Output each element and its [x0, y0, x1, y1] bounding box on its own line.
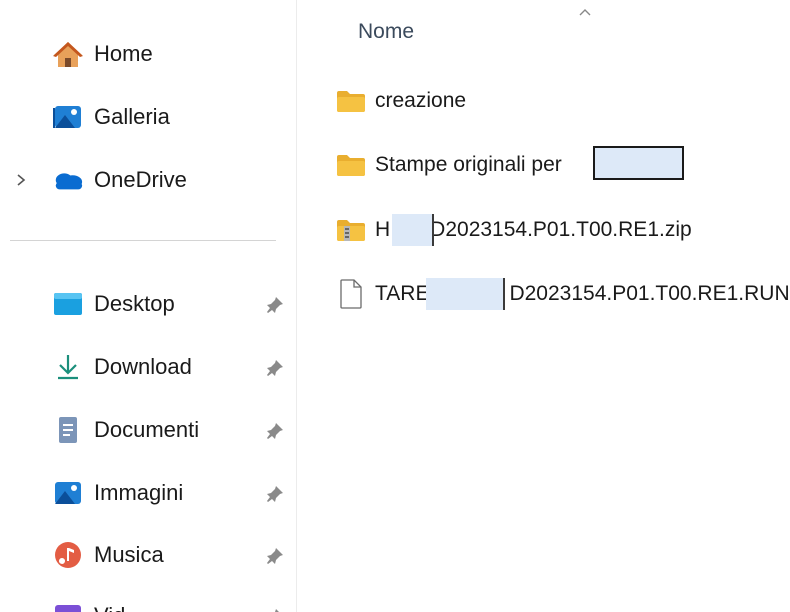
- sidebar-item-label: Musica: [94, 542, 164, 567]
- document-icon: [52, 416, 84, 444]
- list-item[interactable]: TARE D2023154.P01.T00.RE1.RUN: [297, 272, 790, 316]
- sidebar-item-label: Desktop: [94, 291, 175, 316]
- pin-icon[interactable]: [264, 294, 286, 316]
- sidebar-item-label: Immagini: [94, 480, 184, 505]
- videos-icon: [52, 602, 84, 612]
- pin-icon[interactable]: [264, 483, 286, 505]
- list-item[interactable]: H D2023154.P01.T00.RE1.zip: [297, 208, 790, 252]
- sidebar-item-download[interactable]: Download: [0, 345, 296, 389]
- sidebar-item-label: Vid: [94, 594, 125, 612]
- sidebar-item-video[interactable]: Vid: [0, 594, 296, 612]
- sidebar-item-galleria[interactable]: Galleria: [0, 95, 296, 139]
- sidebar-item-musica[interactable]: Musica: [0, 533, 296, 577]
- column-header-name[interactable]: Nome: [358, 20, 414, 44]
- sidebar-item-documenti[interactable]: Documenti: [0, 408, 296, 452]
- sidebar-item-home[interactable]: Home: [0, 32, 296, 76]
- pin-icon[interactable]: [264, 545, 286, 567]
- zip-folder-icon: [335, 216, 367, 244]
- sidebar-item-label: Documenti: [94, 417, 200, 442]
- images-icon: [52, 479, 84, 507]
- file-name-suffix: D2023154.P01.T00.RE1.RUN: [509, 282, 790, 305]
- sidebar-item-label: OneDrive: [94, 167, 187, 192]
- list-item[interactable]: creazione: [297, 79, 790, 123]
- desktop-icon: [52, 290, 84, 318]
- navigation-pane: Home Galleria OneDrive Desktop Download …: [0, 0, 297, 612]
- download-arrow-icon: [52, 353, 84, 381]
- sidebar-item-immagini[interactable]: Immagini: [0, 471, 296, 515]
- sidebar-item-onedrive[interactable]: OneDrive: [0, 158, 296, 202]
- file-list: Nome creazione Stampe originali per H D2…: [297, 0, 790, 612]
- file-explorer-window: Home Galleria OneDrive Desktop Download …: [0, 0, 790, 612]
- onedrive-cloud-icon: [52, 166, 84, 194]
- sidebar-item-label: Galleria: [94, 104, 170, 129]
- redaction-box: [392, 214, 434, 246]
- sidebar-item-label: Download: [94, 354, 192, 379]
- file-name-prefix: TARE: [375, 282, 430, 305]
- folder-icon: [335, 151, 367, 179]
- file-name: creazione: [375, 89, 467, 112]
- blank-file-icon: [335, 279, 367, 309]
- home-icon: [52, 40, 84, 68]
- pin-icon[interactable]: [264, 420, 286, 442]
- chevron-right-icon[interactable]: [14, 170, 28, 190]
- redaction-box: [426, 278, 505, 310]
- music-icon: [52, 541, 84, 569]
- folder-icon: [335, 87, 367, 115]
- pin-icon[interactable]: [264, 357, 286, 379]
- redaction-box: [593, 146, 684, 180]
- chevron-up-icon: [577, 4, 593, 16]
- list-item[interactable]: Stampe originali per: [297, 143, 790, 187]
- sidebar-item-label: Home: [94, 41, 153, 66]
- file-name: Stampe originali per: [375, 153, 562, 176]
- file-name-prefix: H: [375, 218, 391, 241]
- sidebar-divider: [10, 240, 276, 241]
- gallery-icon: [52, 103, 84, 131]
- sidebar-item-desktop[interactable]: Desktop: [0, 282, 296, 326]
- pin-icon[interactable]: [264, 606, 286, 612]
- file-name-suffix: D2023154.P01.T00.RE1.zip: [430, 218, 692, 241]
